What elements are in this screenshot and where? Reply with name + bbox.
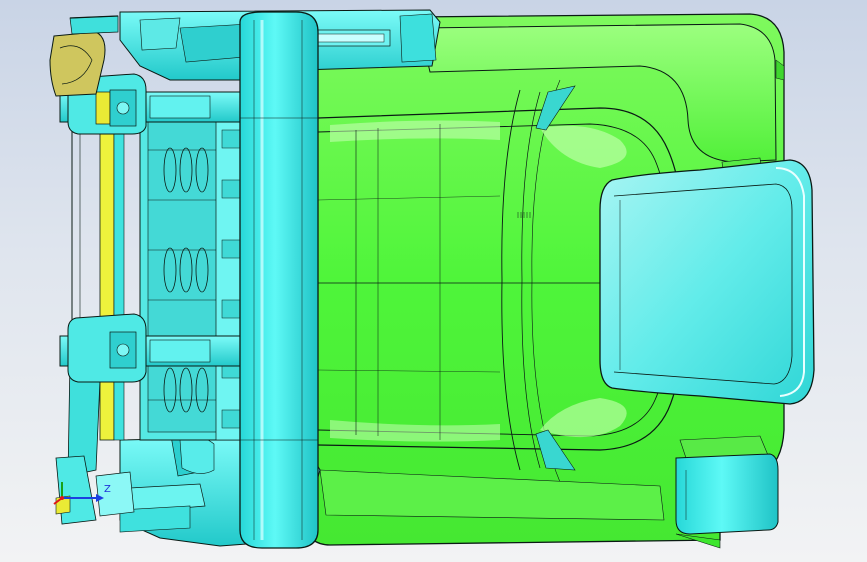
cad-3d-viewport[interactable]: Z (0, 0, 867, 562)
seat-assembly-model[interactable] (0, 0, 867, 562)
front-corner-block (675, 453, 779, 549)
z-axis-arrowhead (96, 494, 104, 502)
triad-axes (53, 482, 104, 505)
lower-hinge-bracket[interactable] (67, 313, 147, 383)
left-rail (67, 99, 125, 477)
front-handle-pad[interactable] (599, 159, 815, 405)
backrest-frame[interactable] (239, 11, 319, 549)
coordinate-triad: Z (52, 480, 112, 514)
triad-z-label: Z (104, 484, 111, 495)
